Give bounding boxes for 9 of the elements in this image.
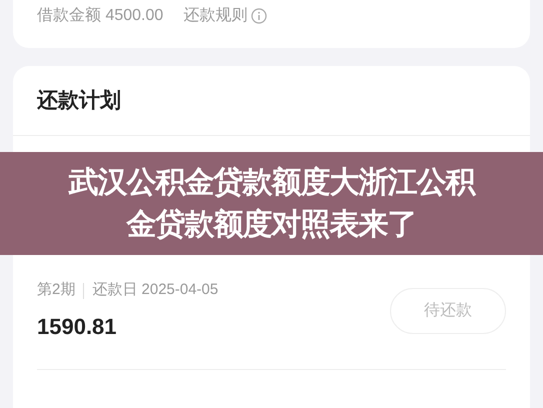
rules-link[interactable]: 还款规则 bbox=[183, 4, 248, 28]
installment-amount: 1590.81 bbox=[37, 312, 118, 341]
section-title: 还款计划 bbox=[37, 88, 121, 114]
due-date: 还款日 2025-04-05 bbox=[92, 280, 218, 300]
status-button[interactable]: 待还款 bbox=[390, 288, 506, 334]
info-icon[interactable] bbox=[251, 8, 268, 24]
banner-title: 武汉公积金贷款额度大浙江公积金贷款额度对照表来了 bbox=[67, 164, 477, 242]
period-label: 第2期 bbox=[37, 280, 76, 300]
loan-amount: 借款金额 4500.00 bbox=[37, 6, 164, 26]
